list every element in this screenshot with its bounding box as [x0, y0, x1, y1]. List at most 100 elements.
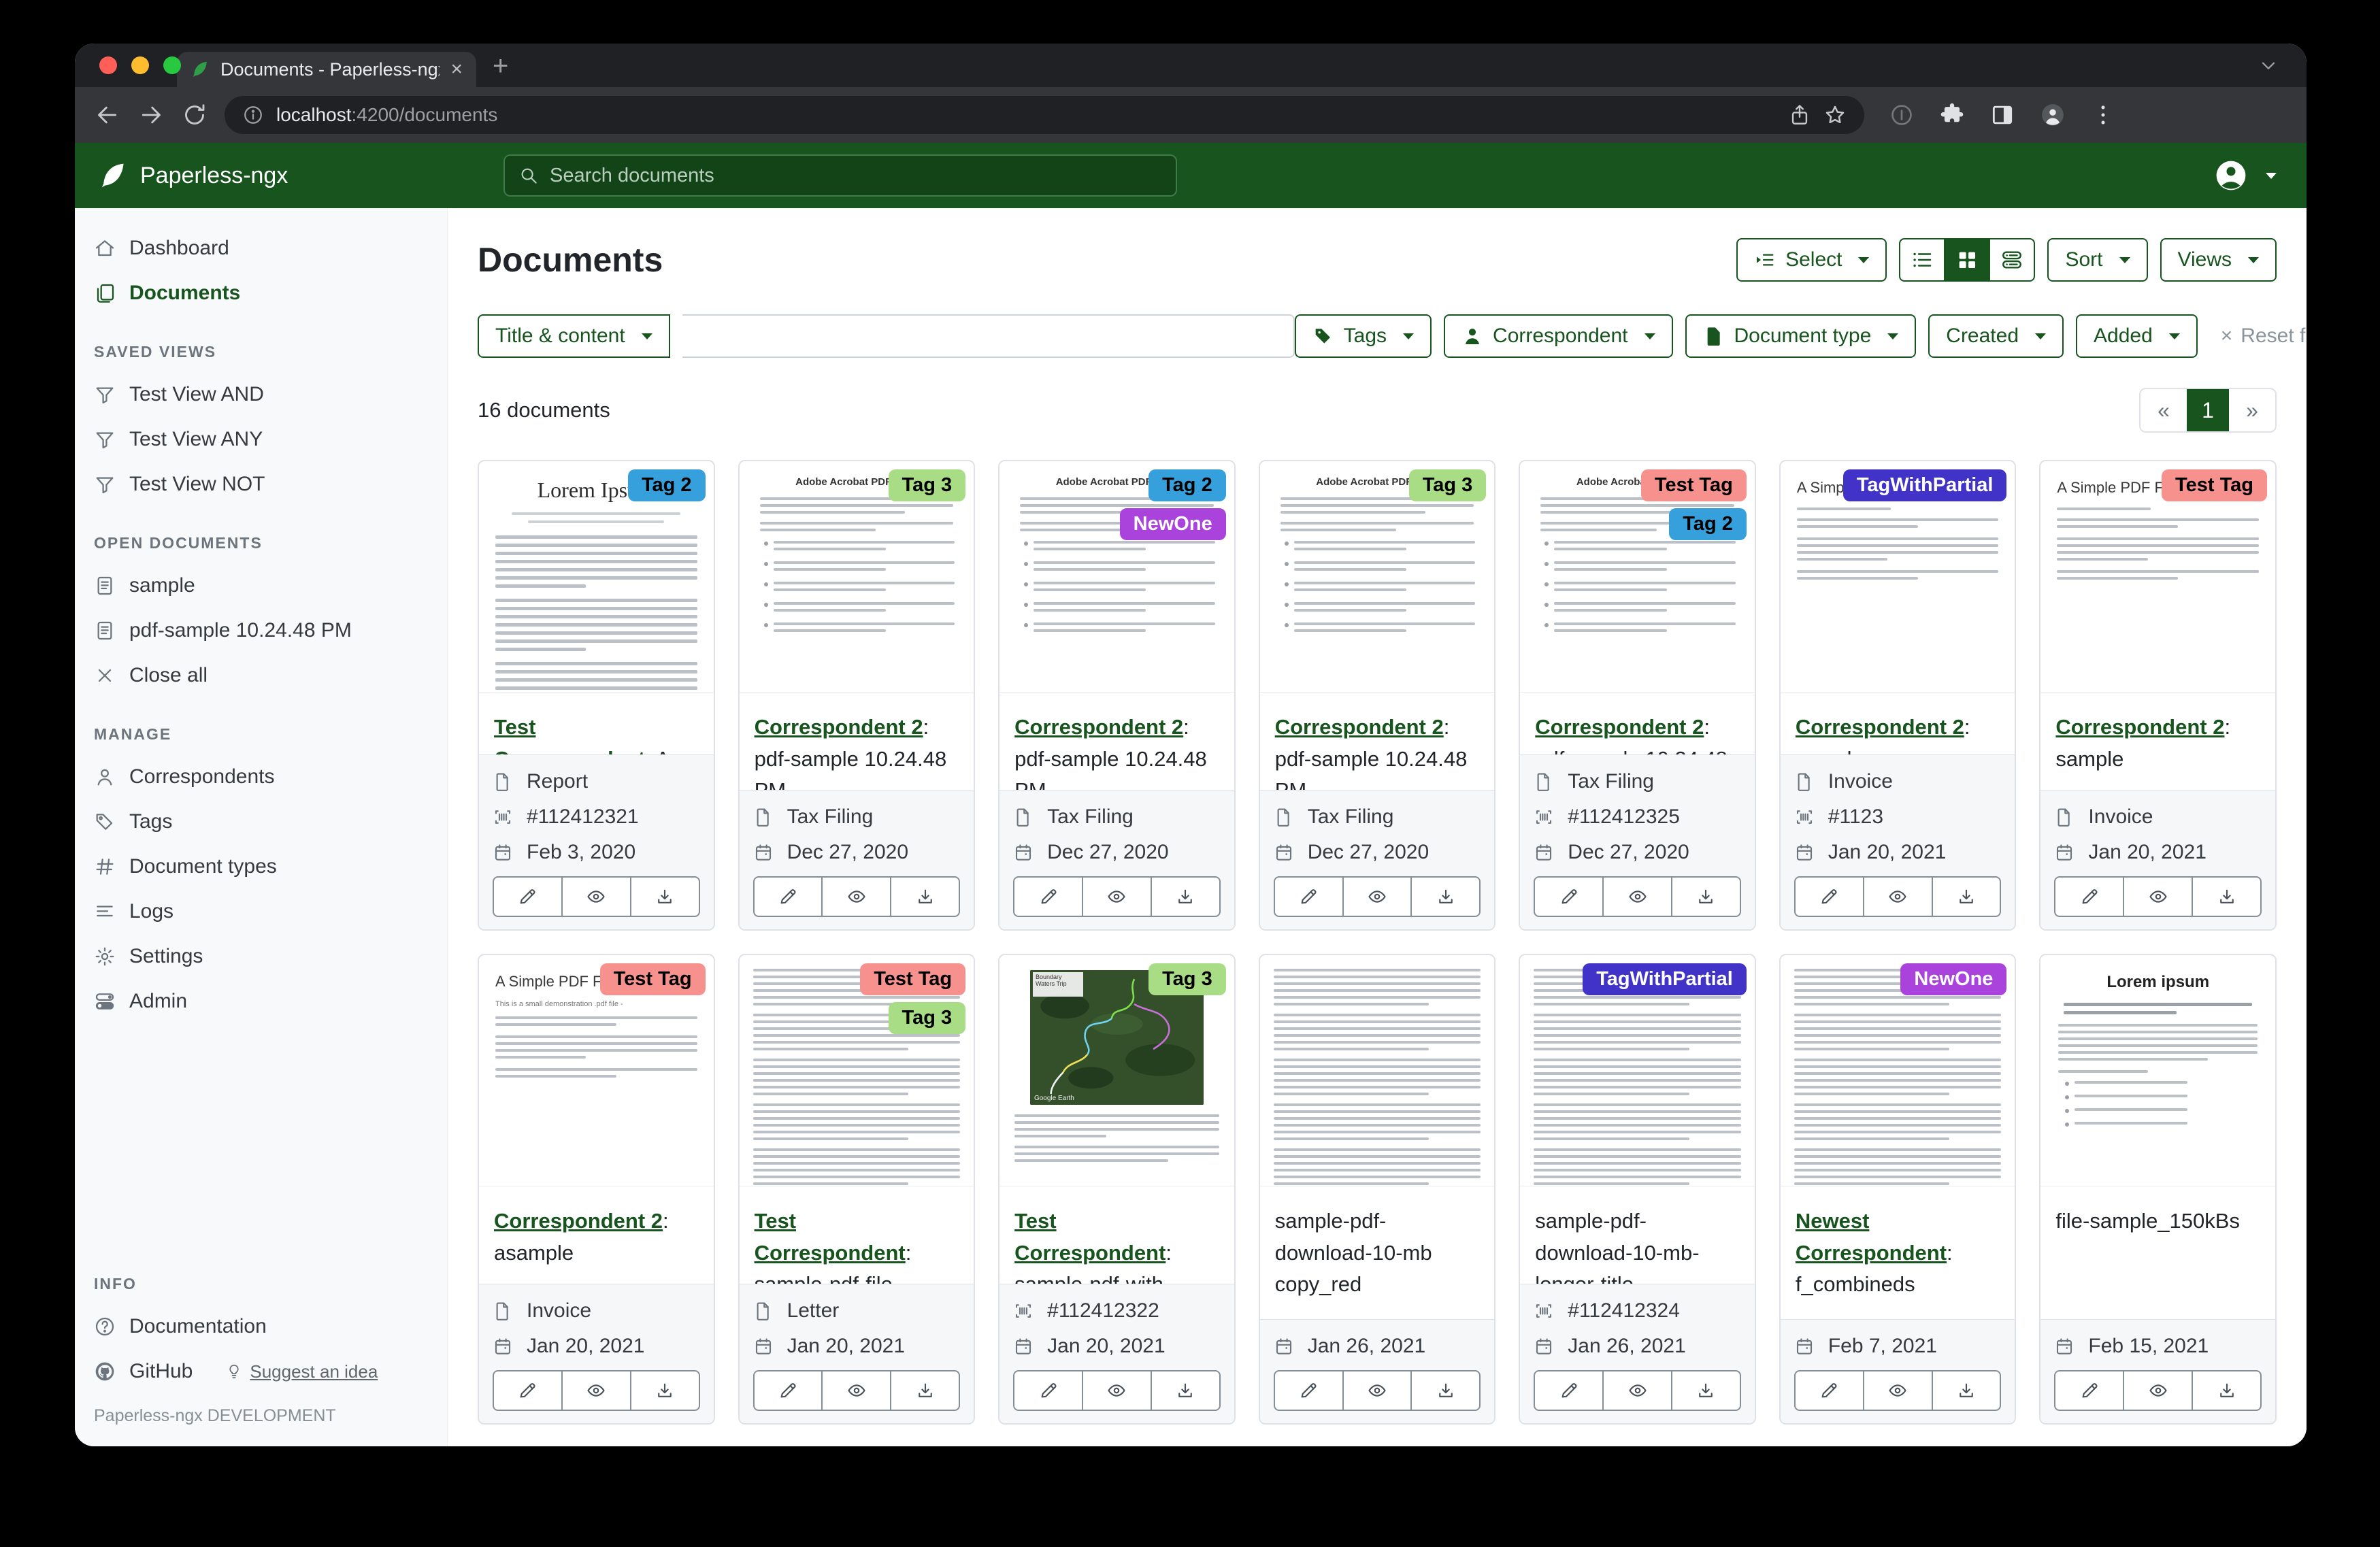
user-menu[interactable] — [2213, 157, 2307, 194]
app-brand[interactable]: Paperless-ngx — [75, 161, 448, 190]
sidebar-item-close-all[interactable]: Close all — [75, 653, 447, 698]
reset-filters-button[interactable]: × Reset filters — [2221, 325, 2307, 348]
document-title[interactable]: Newest Correspondent: f_combineds — [1781, 1186, 2015, 1319]
document-thumbnail[interactable]: Adobe Acrobat PDF FilesTag 2NewOne — [999, 461, 1234, 693]
back-icon[interactable] — [94, 101, 121, 129]
share-icon[interactable] — [1788, 103, 1811, 127]
download-button[interactable] — [1151, 1371, 1219, 1410]
preview-button[interactable] — [1082, 1371, 1151, 1410]
side-panel-icon[interactable] — [1989, 102, 2015, 128]
correspondent-link[interactable]: Test Correspondent — [1014, 1209, 1166, 1265]
grid-view-button[interactable] — [1944, 238, 1990, 282]
download-button[interactable] — [890, 1371, 959, 1410]
sidebar-item-admin[interactable]: Admin — [75, 979, 447, 1024]
correspondent-link[interactable]: Test Correspondent — [755, 1209, 906, 1265]
download-button[interactable] — [1932, 878, 2000, 916]
suggest-an-idea-link[interactable]: Suggest an idea — [225, 1361, 378, 1382]
edit-button[interactable] — [1535, 878, 1602, 916]
edit-button[interactable] — [1014, 1371, 1082, 1410]
maximize-window-button[interactable] — [163, 56, 181, 74]
document-thumbnail[interactable]: Test TagTag 3 — [740, 955, 974, 1186]
document-title[interactable]: Correspondent 2: sample — [1781, 693, 2015, 754]
download-button[interactable] — [1932, 1371, 2000, 1410]
sidebar-item-correspondents[interactable]: Correspondents — [75, 754, 447, 799]
sidebar-item-dashboard[interactable]: Dashboard — [75, 226, 447, 271]
prev-page-button[interactable]: « — [2141, 389, 2187, 431]
edit-button[interactable] — [755, 878, 822, 916]
preview-button[interactable] — [1082, 878, 1151, 916]
preview-button[interactable] — [2123, 1371, 2192, 1410]
tags-filter-button[interactable]: Tags — [1295, 314, 1432, 358]
preview-button[interactable] — [561, 1371, 630, 1410]
bookmark-star-icon[interactable] — [1823, 103, 1847, 127]
new-tab-button[interactable]: + — [493, 51, 508, 82]
download-button[interactable] — [1151, 878, 1219, 916]
correspondent-link[interactable]: Correspondent 2 — [1535, 715, 1704, 739]
extensions-puzzle-icon[interactable] — [1939, 102, 1965, 128]
list-view-button[interactable] — [1899, 238, 1945, 282]
document-thumbnail[interactable]: Adobe Acrobat PDF FilesTag 3 — [740, 461, 974, 693]
next-page-button[interactable]: » — [2229, 389, 2275, 431]
preview-button[interactable] — [821, 878, 890, 916]
preview-button[interactable] — [1863, 878, 1932, 916]
edit-button[interactable] — [494, 1371, 561, 1410]
sidebar-item-test-view-not[interactable]: Test View NOT — [75, 462, 447, 507]
document-title[interactable]: Correspondent 2: pdf-sample 10.24.48 PM — [999, 693, 1234, 790]
tab-close-icon[interactable]: × — [450, 59, 463, 80]
document-title[interactable]: Correspondent 2: pdf-sample 10.24.48 PM — [1520, 693, 1755, 754]
correspondent-link[interactable]: Correspondent 2 — [2055, 715, 2224, 739]
site-info-icon[interactable] — [242, 104, 264, 126]
document-title[interactable]: Correspondent 2: pdf-sample 10.24.48 PM — [1260, 693, 1495, 790]
sidebar-item-tags[interactable]: Tags — [75, 799, 447, 844]
added-filter-button[interactable]: Added — [2076, 314, 2198, 358]
preview-button[interactable] — [821, 1371, 890, 1410]
preview-button[interactable] — [1602, 878, 1671, 916]
title-content-dropdown[interactable]: Title & content — [478, 314, 670, 358]
document-title[interactable]: Correspondent 2: pdf-sample 10.24.48 PM — [740, 693, 974, 790]
correspondent-link[interactable]: Test Correspondent — [494, 715, 645, 754]
title-content-input[interactable] — [682, 314, 1295, 358]
edit-button[interactable] — [494, 878, 561, 916]
sidebar-item-test-view-and[interactable]: Test View AND — [75, 372, 447, 417]
document-thumbnail[interactable]: A Simple PDF FileTagWithPartial — [1781, 461, 2015, 693]
close-window-button[interactable] — [99, 56, 117, 74]
document-title[interactable]: Test Correspondent: sample-pdf-with-imag… — [999, 1186, 1234, 1284]
current-page-button[interactable]: 1 — [2187, 389, 2229, 431]
sidebar-item-document-types[interactable]: Document types — [75, 844, 447, 889]
document-title[interactable]: Correspondent 2: sample — [2040, 693, 2275, 790]
edit-button[interactable] — [1275, 1371, 1342, 1410]
download-button[interactable] — [630, 878, 699, 916]
edit-button[interactable] — [755, 1371, 822, 1410]
edit-button[interactable] — [2055, 878, 2123, 916]
profile-avatar-icon[interactable] — [2040, 102, 2066, 128]
minimize-window-button[interactable] — [131, 56, 149, 74]
sidebar-item-github[interactable]: GitHubSuggest an idea — [75, 1349, 447, 1394]
search-input[interactable] — [550, 165, 1162, 187]
sidebar-item-logs[interactable]: Logs — [75, 889, 447, 934]
preview-button[interactable] — [2123, 878, 2192, 916]
document-thumbnail[interactable]: A Simple PDF FileTest Tag — [2040, 461, 2275, 693]
created-filter-button[interactable]: Created — [1928, 314, 2064, 358]
document-title[interactable]: Correspondent 2: asample — [479, 1186, 714, 1284]
preview-button[interactable] — [1863, 1371, 1932, 1410]
correspondent-link[interactable]: Newest Correspondent — [1796, 1209, 1947, 1265]
tab-count-icon[interactable] — [1889, 102, 1915, 128]
forward-icon[interactable] — [137, 101, 165, 129]
correspondent-link[interactable]: Correspondent 2 — [755, 715, 923, 739]
reload-icon[interactable] — [181, 101, 208, 129]
edit-button[interactable] — [1796, 878, 1863, 916]
sidebar-item-settings[interactable]: Settings — [75, 934, 447, 979]
document-title[interactable]: sample-pdf-download-10-mb copy_red — [1260, 1186, 1495, 1319]
global-search[interactable] — [503, 154, 1177, 197]
browser-menu-icon[interactable] — [2090, 102, 2116, 128]
preview-button[interactable] — [1342, 878, 1411, 916]
document-thumbnail[interactable]: Adobe Acrobat PDF FilesTag 3 — [1260, 461, 1495, 693]
download-button[interactable] — [1671, 1371, 1740, 1410]
sidebar-item-sample[interactable]: sample — [75, 563, 447, 608]
edit-button[interactable] — [1796, 1371, 1863, 1410]
document-thumbnail[interactable] — [1260, 955, 1495, 1186]
edit-button[interactable] — [1275, 878, 1342, 916]
sidebar-item-test-view-any[interactable]: Test View ANY — [75, 417, 447, 462]
document-title[interactable]: Test Correspondent: sample-pdf-file — [740, 1186, 974, 1284]
correspondent-link[interactable]: Correspondent 2 — [1014, 715, 1183, 739]
